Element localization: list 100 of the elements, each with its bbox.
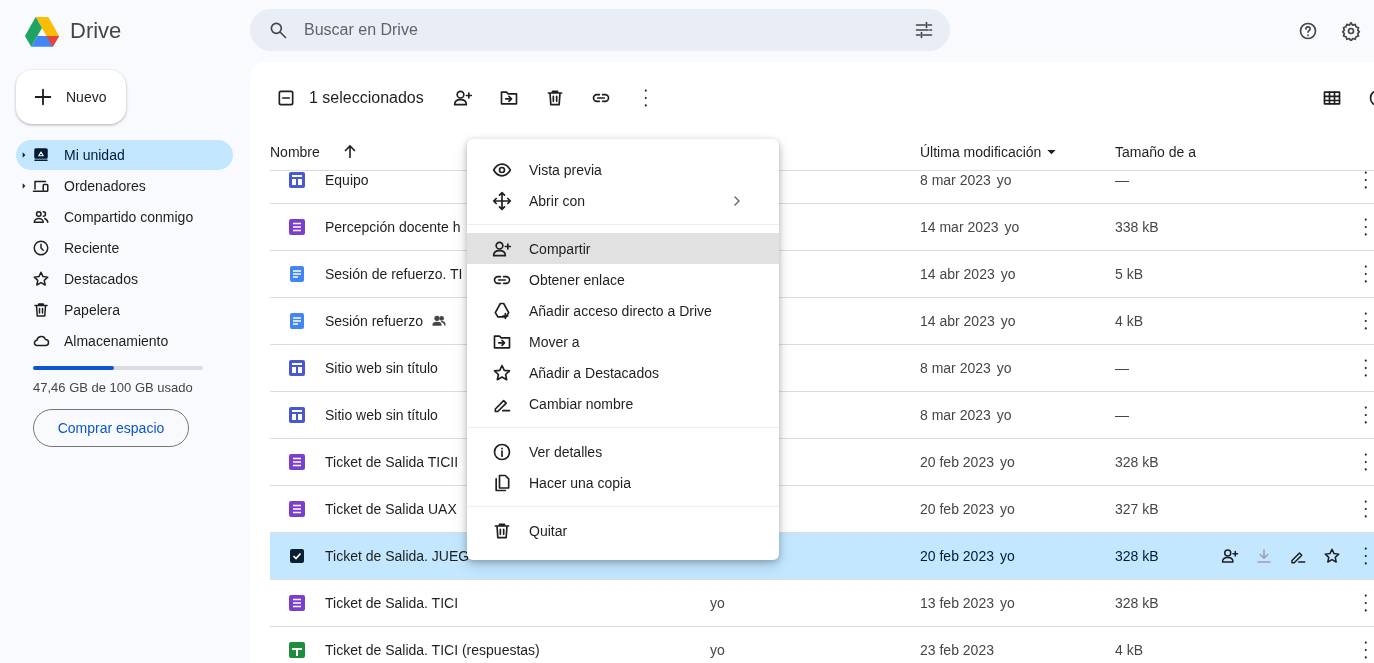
drive-icon bbox=[32, 146, 50, 164]
form-file-icon bbox=[287, 499, 307, 519]
info-icon bbox=[492, 441, 512, 462]
modified-by: yo bbox=[1000, 266, 1016, 282]
new-button[interactable]: Nuevo bbox=[16, 70, 126, 124]
modified-by: yo bbox=[999, 548, 1015, 564]
sidebar-item[interactable]: Mi unidad bbox=[16, 140, 233, 170]
file-name: Sesión refuerzo bbox=[325, 313, 424, 329]
modified-by: yo bbox=[996, 407, 1012, 423]
checkbox-checked-icon[interactable] bbox=[287, 546, 307, 566]
column-header[interactable]: Última modificación bbox=[920, 144, 1042, 160]
selection-count: 1 seleccionados bbox=[309, 89, 424, 107]
document-file-icon bbox=[287, 311, 307, 331]
sidebar-item[interactable]: Papelera bbox=[16, 295, 233, 325]
expand-caret-icon bbox=[22, 183, 26, 189]
more-icon bbox=[1363, 312, 1367, 330]
shared-people-icon bbox=[431, 313, 448, 329]
modified-by: yo bbox=[999, 501, 1015, 517]
file-size: 4 kB bbox=[1115, 642, 1143, 658]
move-icon bbox=[492, 190, 512, 211]
share-icon bbox=[452, 88, 473, 108]
star-icon bbox=[32, 270, 50, 288]
column-header[interactable]: Tamaño de a bbox=[1115, 144, 1196, 160]
menu-item[interactable]: Añadir a Destacados bbox=[467, 357, 779, 388]
file-name: Sitio web sin título bbox=[325, 407, 438, 423]
clock-icon bbox=[32, 239, 50, 257]
modified-date: 14 abr 2023 bbox=[920, 313, 995, 329]
modified-date: 20 feb 2023 bbox=[920, 501, 994, 517]
sidebar-item[interactable]: Compartido conmigo bbox=[16, 202, 233, 232]
site-file-icon bbox=[287, 171, 307, 190]
more-icon bbox=[1363, 547, 1367, 565]
menu-item[interactable]: Compartir bbox=[467, 233, 779, 264]
help-icon bbox=[1298, 21, 1318, 41]
sidebar-item[interactable]: Ordenadores bbox=[16, 171, 233, 201]
search-input[interactable]: Buscar en Drive bbox=[302, 20, 900, 40]
site-file-icon bbox=[287, 405, 307, 425]
more-icon bbox=[643, 89, 648, 107]
file-size: 4 kB bbox=[1115, 313, 1143, 329]
file-size: 327 kB bbox=[1115, 501, 1159, 517]
modified-date: 14 mar 2023 bbox=[920, 219, 999, 235]
move-folder-icon bbox=[498, 88, 519, 108]
copy-icon bbox=[492, 472, 512, 493]
more-icon bbox=[1363, 265, 1367, 283]
form-file-icon bbox=[287, 452, 307, 472]
star-icon bbox=[1322, 547, 1341, 565]
modified-by: yo bbox=[996, 360, 1012, 376]
download-icon bbox=[1254, 547, 1273, 565]
app-name: Drive bbox=[70, 18, 122, 44]
drive-add-icon bbox=[492, 300, 512, 321]
menu-item[interactable]: Ver detalles bbox=[467, 436, 779, 467]
file-name: Ticket de Salida TICII bbox=[325, 454, 459, 470]
file-name: Percepción docente h bbox=[325, 219, 461, 235]
file-name: Ticket de Salida. JUEG bbox=[325, 548, 470, 564]
file-name: Ticket de Salida. TICI bbox=[325, 595, 459, 611]
expand-caret-icon bbox=[22, 152, 26, 158]
people-icon bbox=[32, 208, 50, 226]
file-size: — bbox=[1115, 360, 1129, 376]
storage-text: 47,46 GB de 100 GB usado bbox=[33, 380, 194, 395]
more-icon bbox=[1363, 453, 1367, 471]
modified-by: yo bbox=[999, 595, 1015, 611]
file-row[interactable]: Ticket de Salida. TICI yo 13 feb 2023 yo 328 kB bbox=[270, 580, 1374, 627]
sidebar-item[interactable]: Reciente bbox=[16, 233, 233, 263]
file-row[interactable]: Ticket de Salida. TICI (respuestas) yo 23 feb 2023 4 kB bbox=[270, 627, 1374, 663]
search-icon bbox=[268, 20, 288, 40]
sidebar-item[interactable]: Almacenamiento bbox=[16, 326, 233, 356]
more-icon bbox=[1363, 218, 1367, 236]
sort-down-caret-icon bbox=[1047, 149, 1057, 155]
settings-icon bbox=[1341, 21, 1361, 41]
sidebar-item[interactable]: Destacados bbox=[16, 264, 233, 294]
modified-date: 8 mar 2023 bbox=[920, 360, 991, 376]
share-icon bbox=[1220, 547, 1239, 565]
spreadsheet-file-icon bbox=[287, 640, 307, 660]
file-name: Ticket de Salida. TICI (respuestas) bbox=[325, 642, 540, 658]
file-size: — bbox=[1115, 407, 1129, 423]
file-name: Equipo bbox=[325, 172, 369, 188]
modified-by: yo bbox=[1000, 313, 1016, 329]
file-size: — bbox=[1115, 172, 1129, 188]
search-bar[interactable]: Buscar en Drive bbox=[250, 9, 950, 51]
deselect-icon bbox=[276, 88, 296, 108]
form-file-icon bbox=[287, 217, 307, 237]
owner-cell: yo bbox=[710, 595, 725, 611]
modified-date: 14 abr 2023 bbox=[920, 266, 995, 282]
modified-by: yo bbox=[996, 172, 1012, 188]
menu-item[interactable]: Añadir acceso directo a Drive bbox=[467, 295, 779, 326]
drive-logo-icon bbox=[24, 14, 60, 48]
site-file-icon bbox=[287, 358, 307, 378]
form-file-icon bbox=[287, 593, 307, 613]
file-size: 338 kB bbox=[1115, 219, 1159, 235]
modified-date: 20 feb 2023 bbox=[920, 454, 994, 470]
modified-date: 13 feb 2023 bbox=[920, 595, 994, 611]
menu-item[interactable]: Obtener enlace bbox=[467, 264, 779, 295]
column-header[interactable]: Nombre bbox=[270, 144, 320, 160]
modified-date: 23 feb 2023 bbox=[920, 642, 994, 658]
modified-by: yo bbox=[1004, 219, 1020, 235]
star-icon bbox=[492, 362, 512, 383]
grid-view-icon bbox=[1322, 88, 1342, 108]
trash-icon bbox=[32, 301, 50, 319]
modified-date: 8 mar 2023 bbox=[920, 407, 991, 423]
modified-date: 8 mar 2023 bbox=[920, 172, 991, 188]
file-name: Sesión de refuerzo. TI bbox=[325, 266, 463, 282]
